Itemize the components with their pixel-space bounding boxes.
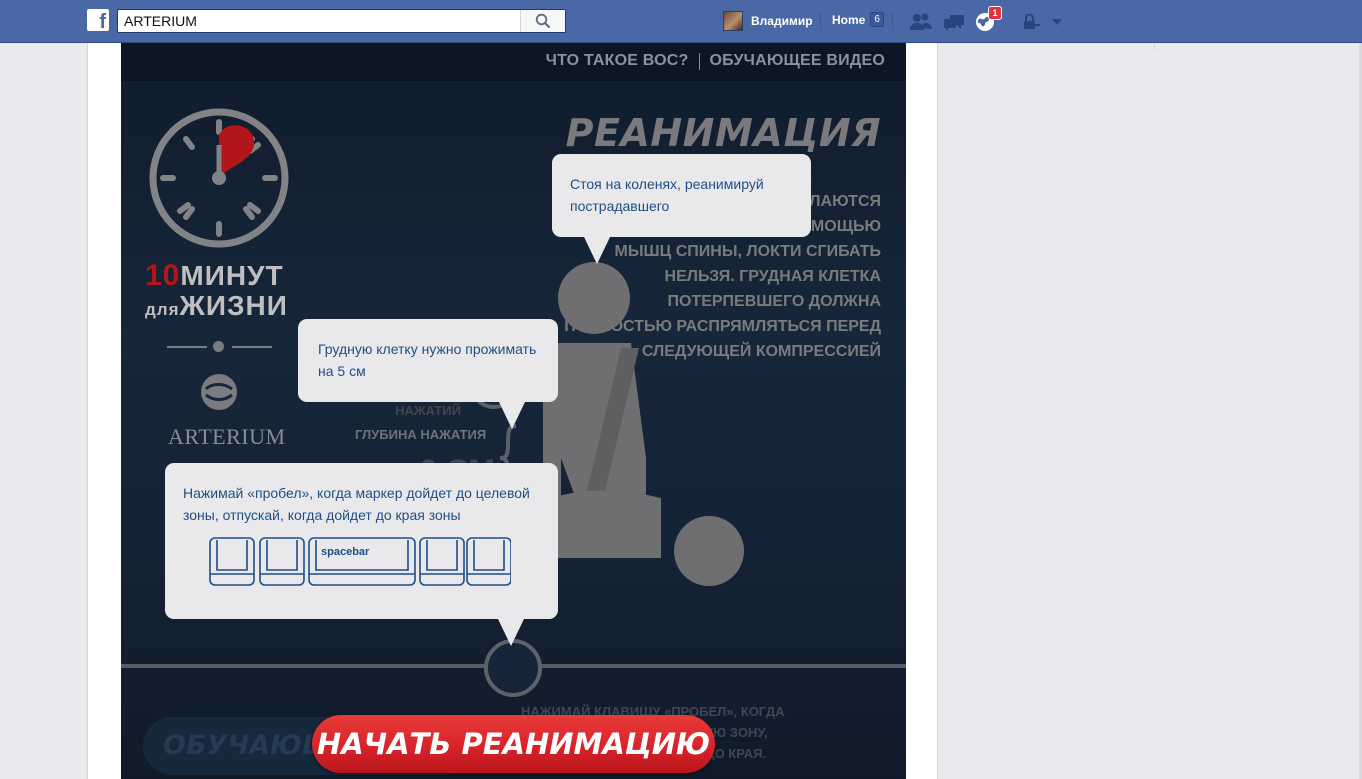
topbar-divider	[892, 12, 893, 30]
tooltip-kneel: Стоя на коленях, реанимируй пострадавшег…	[552, 154, 811, 264]
tooltip-kneel-text: Стоя на коленях, реанимируй пострадавшег…	[570, 176, 764, 214]
tooltip-depth: Грудную клетку нужно прожимать на 5 см	[298, 319, 558, 429]
logo-number: 10	[145, 259, 181, 292]
tooltip-spacebar: Нажимай «пробел», когда маркер дойдет до…	[165, 463, 558, 646]
privacy-shortcuts-button[interactable]	[1019, 11, 1043, 33]
logo-word-life: ЖИЗНИ	[179, 290, 288, 321]
profile-link[interactable]: Владимир	[723, 10, 813, 32]
marker-ring-icon	[484, 639, 542, 697]
arterium-emblem-icon	[201, 374, 237, 410]
search-button[interactable]	[520, 10, 565, 32]
logo-word-for: для	[145, 300, 180, 319]
search-input[interactable]	[118, 10, 521, 32]
spacebar-key-label: spacebar	[321, 546, 370, 558]
friends-icon	[910, 13, 932, 30]
nav-divider	[698, 52, 700, 70]
user-name: Владимир	[751, 14, 813, 28]
messages-icon	[944, 15, 964, 31]
home-label: Home	[832, 12, 866, 27]
chevron-down-icon	[1052, 19, 1062, 25]
facebook-logo-icon[interactable]: f	[87, 9, 109, 31]
cpr-figure	[543, 262, 744, 586]
app-nav: ЧТО ТАКОЕ ВОС? ОБУЧАЮЩЕЕ ВИДЕО	[121, 43, 906, 81]
keyboard-keys-icon	[209, 537, 511, 586]
ten-minutes-logo: 10МИНУТ дляЖИЗНИ	[145, 261, 288, 325]
avatar	[723, 11, 743, 31]
notifications-count-badge: 1	[988, 6, 1002, 20]
tooltip-depth-text: Грудную клетку нужно прожимать на 5 см	[318, 341, 537, 379]
logo-divider-left	[167, 346, 207, 348]
tooltip-spacebar-text: Нажимай «пробел», когда маркер дойдет до…	[183, 485, 530, 523]
nav-training-video-link[interactable]: ОБУЧАЮЩЕЕ ВИДЕО	[710, 52, 885, 70]
clock-heart-icon	[149, 108, 289, 248]
messages-button[interactable]	[942, 11, 966, 33]
logo-divider-dot	[213, 341, 224, 352]
home-link[interactable]: Home 6	[832, 12, 884, 27]
logo-word-minutes: МИНУТ	[180, 260, 284, 291]
page-title: РЕАНИМАЦИЯ	[565, 111, 881, 155]
right-column-divider	[1154, 43, 1155, 50]
account-menu-button[interactable]	[1045, 11, 1069, 33]
arterium-logo: ARTERIUM	[168, 424, 286, 449]
lock-icon	[1024, 14, 1040, 29]
topbar-divider	[820, 12, 821, 30]
nav-what-is-link[interactable]: ЧТО ТАКОЕ ВОС?	[546, 52, 689, 70]
logo-divider-right	[232, 346, 272, 348]
friend-requests-button[interactable]	[909, 11, 933, 33]
search-box	[117, 9, 566, 33]
facebook-topbar: f Владимир Home 6 1	[0, 0, 1362, 43]
search-icon	[535, 13, 551, 29]
home-count-badge: 6	[870, 12, 884, 27]
start-cpr-button[interactable]: НАЧАТЬ РЕАНИМАЦИЮ	[312, 715, 715, 773]
